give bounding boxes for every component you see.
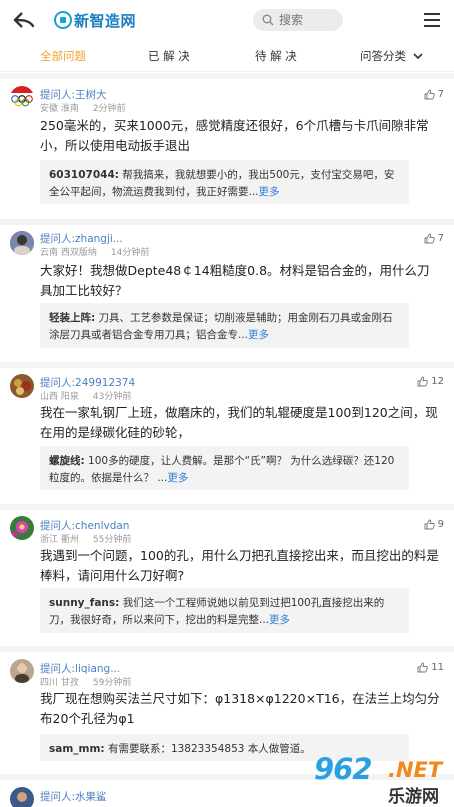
- answer-preview[interactable]: 螺旋线: 100多的硬度，让人费解。是那个“氏”啊？ 为什么选绿碳？还120粒度…: [40, 446, 409, 490]
- olympic-rings-icon: [10, 86, 34, 107]
- flower-photo-icon: [10, 516, 34, 540]
- chevron-down-icon: [413, 53, 423, 60]
- filter-tabs: 全部问题 已 解 决 待 解 决 问答分类: [0, 42, 454, 72]
- tab-all[interactable]: 全部问题: [40, 48, 86, 64]
- avatar[interactable]: [10, 787, 34, 807]
- time-ago: 55分钟前: [92, 535, 132, 545]
- location: 云南 西双版纳: [40, 248, 97, 258]
- answer-user: sam_mm:: [49, 743, 105, 755]
- time-ago: 14分钟前: [110, 248, 150, 258]
- divider: [0, 219, 454, 225]
- avatar[interactable]: [10, 516, 34, 540]
- question-text[interactable]: 我在一家轧钢厂上班，做磨床的，我们的轧辊硬度是100到120之间，现在用的是绿碳…: [40, 403, 442, 443]
- like-button[interactable]: 7: [424, 89, 444, 100]
- top-bar: 新智造网: [0, 0, 454, 42]
- more-link[interactable]: 更多: [259, 186, 280, 198]
- location: 浙江 衢州: [40, 535, 79, 545]
- user-photo-icon: [10, 787, 34, 807]
- portrait-photo-icon: [10, 659, 34, 683]
- answer-text: 刀具、工艺参数是保证；切削液是辅助；用金刚石刀具或金刚石涂层刀具或者铝合金专用刀…: [49, 312, 393, 341]
- watermark-site-name: 乐游网: [388, 787, 439, 807]
- location: 四川 甘孜: [40, 678, 79, 688]
- like-count: 11: [431, 662, 444, 673]
- like-button[interactable]: 9: [424, 519, 444, 530]
- answer-user: 603107044:: [49, 169, 119, 181]
- time-ago: 43分钟前: [92, 392, 132, 402]
- answer-user: sunny_fans:: [49, 597, 120, 609]
- answer-preview[interactable]: sunny_fans: 我们这一个工程师说她以前见到过把100孔直接挖出来的刀，…: [40, 588, 409, 633]
- like-button[interactable]: 11: [417, 662, 444, 673]
- question-meta: 浙江 衢州 55分钟前: [40, 532, 135, 545]
- search-input[interactable]: [279, 13, 339, 27]
- like-count: 9: [437, 519, 444, 530]
- like-count: 12: [431, 376, 444, 387]
- site-logo[interactable]: 新智造网: [54, 10, 136, 30]
- watermark-logo: 962 .NET 乐游网: [314, 752, 454, 807]
- watermark-net: .NET: [388, 758, 443, 782]
- time-ago: 2分钟前: [92, 104, 126, 114]
- answer-user: 螺旋线:: [49, 455, 85, 467]
- answer-preview[interactable]: 轻装上阵: 刀具、工艺参数是保证；切削液是辅助；用金刚石刀具或金刚石涂层刀具或者…: [40, 303, 409, 348]
- tab-category[interactable]: 问答分类: [360, 48, 423, 64]
- like-button[interactable]: 7: [424, 233, 444, 244]
- like-count: 7: [437, 233, 444, 244]
- divider: [0, 362, 454, 368]
- location: 安徽 淮南: [40, 104, 79, 114]
- question-meta: 山西 阳泉 43分钟前: [40, 389, 135, 402]
- menu-icon[interactable]: [423, 12, 441, 28]
- divider: [0, 504, 454, 510]
- answer-text: 有需要联系：13823354853 本人做管道。: [104, 743, 311, 755]
- thumbs-up-icon: [417, 662, 429, 673]
- thumbs-up-icon: [417, 376, 429, 387]
- like-button[interactable]: 12: [417, 376, 444, 387]
- time-ago: 59分钟前: [92, 678, 132, 688]
- food-photo-icon: [10, 374, 34, 398]
- avatar[interactable]: [10, 374, 34, 398]
- avatar[interactable]: [10, 231, 34, 255]
- more-link[interactable]: 更多: [269, 614, 290, 626]
- divider: [0, 646, 454, 652]
- answer-text: 100多的硬度，让人费解。是那个“氏”啊？ 为什么选绿碳？还120粒度的。依据是…: [49, 455, 395, 484]
- question-meta: 四川 甘孜 59分钟前: [40, 675, 135, 688]
- asker-name[interactable]: 提问人:zhangji...: [40, 231, 123, 246]
- logo-icon: [54, 11, 72, 29]
- watermark-number: 962: [314, 752, 373, 786]
- avatar[interactable]: [10, 86, 34, 110]
- more-link[interactable]: 更多: [167, 472, 188, 484]
- tab-unsolved[interactable]: 待 解 决: [255, 48, 297, 64]
- asker-name[interactable]: 提问人:249912374: [40, 375, 135, 390]
- thumbs-up-icon: [424, 89, 435, 100]
- location: 山西 阳泉: [40, 392, 79, 402]
- user-photo-icon: [10, 231, 34, 255]
- avatar[interactable]: [10, 659, 34, 683]
- divider: [0, 73, 454, 79]
- more-link[interactable]: 更多: [248, 329, 269, 341]
- logo-text: 新智造网: [74, 11, 137, 30]
- thumbs-up-icon: [424, 233, 435, 244]
- search-box[interactable]: [253, 9, 343, 31]
- answer-preview[interactable]: 603107044: 帮我搞来，我就想要小的，我出500元，支付宝交易吧，安全公…: [40, 160, 409, 204]
- question-text[interactable]: 我厂现在想购买法兰尺寸如下：φ1318×φ1220×T16，在法兰上均匀分布20…: [40, 689, 442, 729]
- asker-name[interactable]: 提问人:王树大: [40, 87, 107, 102]
- back-arrow-icon[interactable]: [12, 9, 36, 31]
- question-text[interactable]: 250毫米的，买来1000元，感觉精度还很好，6个爪槽与卡爪间隙非常小，所以使用…: [40, 116, 442, 156]
- question-text[interactable]: 我遇到一个问题，100的孔，用什么刀把孔直接挖出来，而且挖出的料是棒料，请问用什…: [40, 546, 442, 586]
- question-meta: 云南 西双版纳 14分钟前: [40, 245, 153, 258]
- asker-name[interactable]: 提问人:chenlvdan: [40, 518, 129, 533]
- asker-name[interactable]: 提问人:水果鲨: [40, 789, 107, 804]
- question-meta: 安徽 淮南 2分钟前: [40, 101, 130, 114]
- question-text[interactable]: 大家好！我想做Depte48￠14粗糙度0.8。材料是铝合金的，用什么刀具加工比…: [40, 261, 442, 301]
- like-count: 7: [437, 89, 444, 100]
- thumbs-up-icon: [424, 519, 435, 530]
- answer-user: 轻装上阵:: [49, 312, 96, 324]
- tab-solved[interactable]: 已 解 决: [148, 48, 190, 64]
- search-icon: [262, 14, 274, 26]
- tab-category-label: 问答分类: [360, 49, 406, 63]
- asker-name[interactable]: 提问人:liqiang...: [40, 661, 120, 676]
